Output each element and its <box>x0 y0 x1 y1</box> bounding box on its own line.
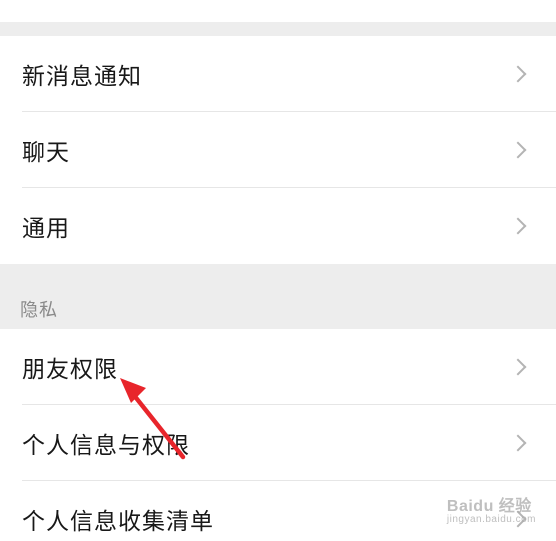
watermark-text: Baidu 经验 <box>446 498 532 515</box>
settings-item-label: 朋友权限 <box>22 357 118 383</box>
chevron-right-icon <box>509 141 527 159</box>
settings-item-label: 个人信息收集清单 <box>22 509 214 535</box>
chevron-right-icon <box>509 217 527 235</box>
settings-item-label: 新消息通知 <box>22 64 142 90</box>
section-header-privacy: 隐私 <box>20 300 58 321</box>
baidu-jingyan-watermark: Baidu 经验 jingyan.baidu.com <box>447 492 536 525</box>
settings-screen: 新消息通知 聊天 通用 隐私 朋友权限 个人信息与权限 个人信息收集清单 Bai… <box>0 0 556 541</box>
settings-group-general: 新消息通知 聊天 通用 <box>0 36 556 264</box>
settings-item-label: 通用 <box>22 216 70 242</box>
settings-item-friend-permissions[interactable]: 朋友权限 <box>0 329 556 405</box>
chevron-right-icon <box>509 358 527 376</box>
settings-item-new-message-notification[interactable]: 新消息通知 <box>0 36 556 112</box>
watermark-subtext: jingyan.baidu.com <box>446 514 536 525</box>
previous-group-edge <box>0 0 556 22</box>
chevron-right-icon <box>509 434 527 452</box>
settings-item-chat[interactable]: 聊天 <box>0 112 556 188</box>
chevron-right-icon <box>509 65 527 83</box>
settings-item-personal-info-permissions[interactable]: 个人信息与权限 <box>0 405 556 481</box>
settings-item-label: 聊天 <box>22 140 70 166</box>
settings-item-label: 个人信息与权限 <box>22 433 190 459</box>
settings-item-general[interactable]: 通用 <box>0 188 556 264</box>
